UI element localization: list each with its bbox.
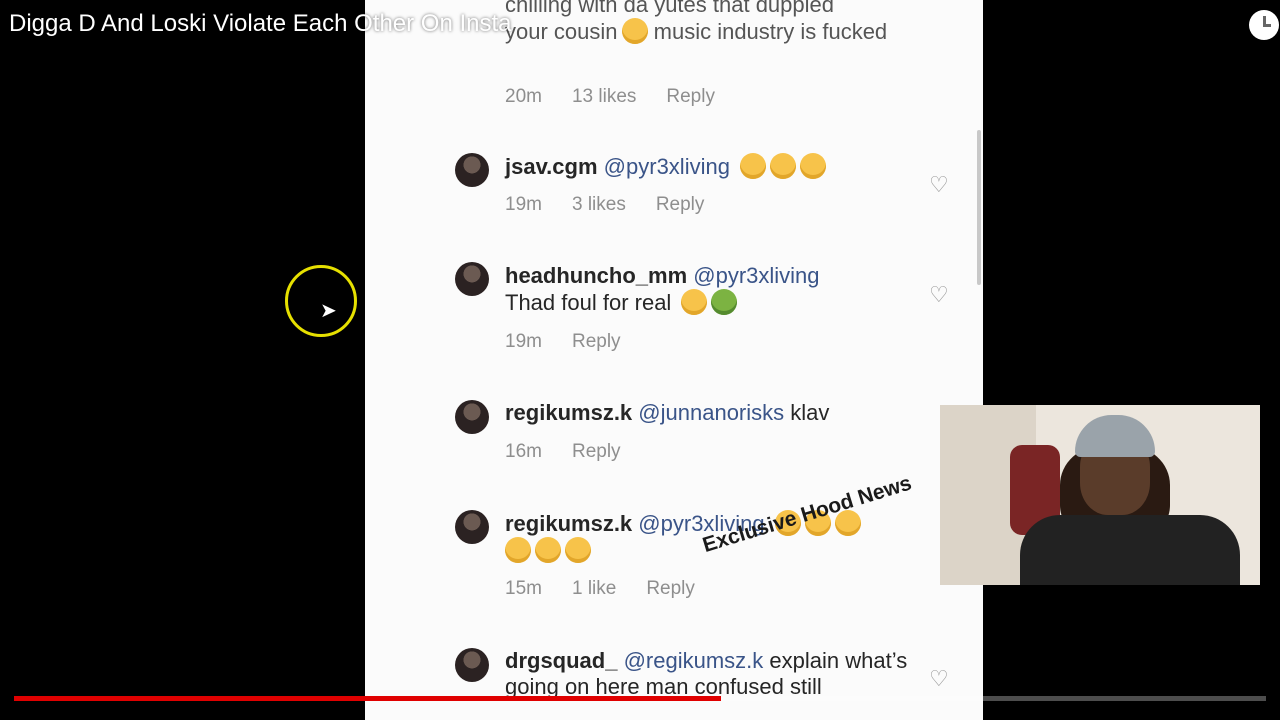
comment-meta: 19m Reply bbox=[505, 331, 621, 353]
comment-body: Thad foul for real bbox=[505, 290, 672, 315]
avatar[interactable] bbox=[455, 510, 489, 544]
laughing-emoji-icon bbox=[565, 537, 591, 563]
comment-text: jsav.cgm @pyr3xliving bbox=[505, 153, 945, 180]
heart-icon[interactable]: ♡ bbox=[929, 172, 949, 198]
comment-likes[interactable]: 13 likes bbox=[572, 86, 636, 108]
comment-time: 19m bbox=[505, 331, 542, 352]
comment-text: drgsquad_ @regikumsz.k explain what’s go… bbox=[505, 648, 945, 700]
comment-username[interactable]: regikumsz.k bbox=[505, 511, 632, 536]
comment-username[interactable]: drgsquad_ bbox=[505, 648, 617, 673]
mouse-cursor-icon: ➤ bbox=[320, 300, 337, 322]
comment-username[interactable]: regikumsz.k bbox=[505, 400, 632, 425]
instagram-screen-recording: chilling with da yutes that duppied your… bbox=[365, 0, 983, 720]
nauseated-emoji-icon bbox=[711, 289, 738, 315]
sneezing-emoji-icon bbox=[681, 289, 708, 315]
comment-username[interactable]: jsav.cgm bbox=[505, 154, 598, 179]
comment-time: 19m bbox=[505, 194, 542, 215]
heart-icon[interactable]: ♡ bbox=[929, 282, 949, 308]
comment-body: klav bbox=[790, 400, 830, 425]
avatar[interactable] bbox=[455, 262, 489, 296]
webcam-overlay bbox=[940, 405, 1260, 585]
laughing-emoji-icon bbox=[505, 537, 531, 563]
progress-bar[interactable] bbox=[14, 696, 1266, 701]
reply-button[interactable]: Reply bbox=[646, 578, 695, 600]
reply-button[interactable]: Reply bbox=[572, 441, 621, 463]
reply-button[interactable]: Reply bbox=[656, 194, 705, 216]
emoji-icon bbox=[621, 18, 648, 44]
comment-meta: 15m 1 like Reply bbox=[505, 578, 695, 600]
scrollbar[interactable] bbox=[977, 130, 981, 285]
laughing-emoji-icon bbox=[770, 153, 797, 179]
avatar[interactable] bbox=[455, 400, 489, 434]
heart-icon[interactable]: ♡ bbox=[929, 666, 949, 692]
avatar[interactable] bbox=[455, 153, 489, 187]
person-cap bbox=[1075, 415, 1155, 457]
progress-bar-fill bbox=[14, 696, 722, 701]
reply-button[interactable]: Reply bbox=[572, 331, 621, 353]
comment-time: 20m bbox=[505, 86, 542, 107]
comment-time: 16m bbox=[505, 441, 542, 462]
comment-mention[interactable]: @regikumsz.k bbox=[624, 648, 764, 673]
comment-time: 15m bbox=[505, 578, 542, 599]
video-title[interactable]: Digga D And Loski Violate Each Other On … bbox=[9, 10, 512, 38]
comment-mention[interactable]: @junnanorisks bbox=[638, 400, 784, 425]
avatar[interactable] bbox=[455, 648, 489, 682]
comment-meta: 16m Reply bbox=[505, 441, 621, 463]
comment-username[interactable]: headhuncho_mm bbox=[505, 263, 687, 288]
comment-text: headhuncho_mm @pyr3xliving Thad foul for… bbox=[505, 263, 945, 316]
watch-later-icon[interactable] bbox=[1249, 10, 1279, 40]
comment-mention[interactable]: @pyr3xliving bbox=[604, 154, 730, 179]
person-body bbox=[1020, 515, 1240, 585]
comment-likes[interactable]: 1 like bbox=[572, 578, 616, 600]
laughing-emoji-icon bbox=[800, 153, 827, 179]
comment-text: regikumsz.k @junnanorisks klav bbox=[505, 400, 945, 426]
comment-meta: 19m 3 likes Reply bbox=[505, 194, 704, 216]
comment-mention[interactable]: @pyr3xliving bbox=[693, 263, 819, 288]
video-player[interactable]: chilling with da yutes that duppied your… bbox=[0, 0, 1280, 720]
comment-meta: 20m 13 likes Reply bbox=[505, 86, 715, 108]
comment-likes[interactable]: 3 likes bbox=[572, 194, 626, 216]
reply-button[interactable]: Reply bbox=[666, 86, 715, 108]
comment-text: chilling with da yutes that duppied your… bbox=[505, 0, 888, 44]
laughing-emoji-icon bbox=[535, 537, 561, 563]
laughing-emoji-icon bbox=[740, 153, 767, 179]
